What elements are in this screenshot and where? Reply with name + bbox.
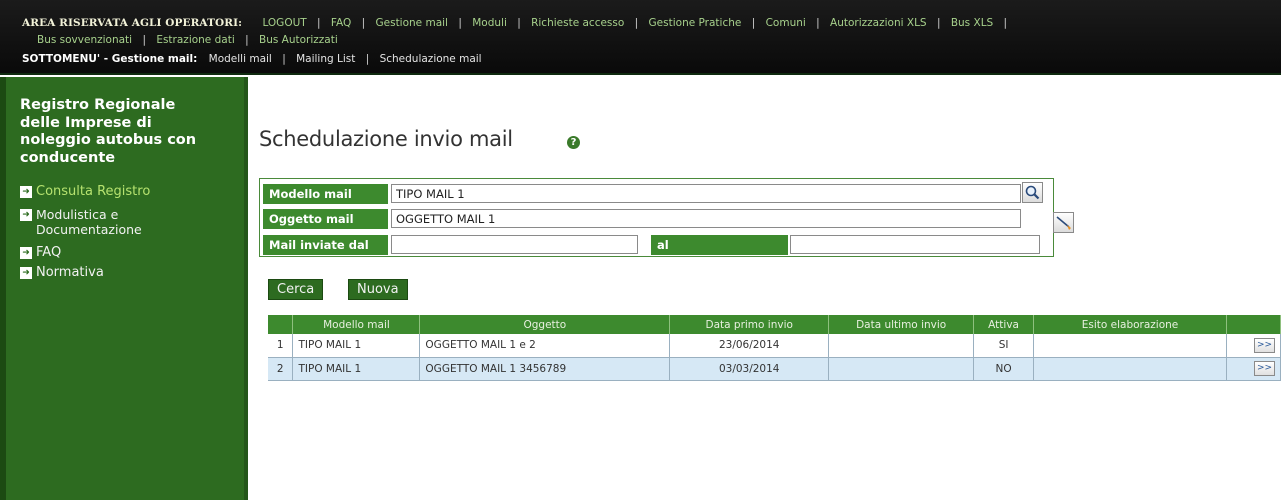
cell-index: 2 (268, 357, 294, 381)
menu-separator: | (142, 34, 146, 46)
menu-gestione-pratiche-link[interactable]: Gestione Pratiche (649, 17, 742, 29)
date-from-input[interactable] (391, 235, 638, 254)
menu-comuni-link[interactable]: Comuni (766, 17, 806, 29)
menu-separator: | (365, 53, 370, 65)
arrow-right-icon: ➜ (20, 267, 32, 279)
menu-separator: | (361, 17, 366, 29)
mail-inviate-dal-label: Mail inviate dal (263, 235, 388, 255)
cell-data-ultimo (828, 334, 975, 358)
sidebar-item-label: Modulistica e Documentazione (36, 207, 142, 237)
question-circle-icon[interactable]: ? (567, 136, 580, 149)
open-detail-button[interactable]: >> (1254, 337, 1275, 353)
menu-separator: | (458, 17, 462, 29)
menu-logout-link[interactable]: LOGOUT (262, 17, 306, 29)
menu-separator: | (1003, 17, 1008, 29)
sidebar-item-label: FAQ (36, 245, 62, 260)
menu-separator: | (634, 17, 639, 29)
cell-attiva: NO (973, 357, 1035, 381)
search-button[interactable]: Cerca (268, 279, 324, 300)
modello-mail-input[interactable] (391, 184, 1021, 203)
new-button[interactable]: Nuova (348, 279, 408, 300)
cell-action: >> (1226, 334, 1281, 358)
menu-moduli-link[interactable]: Moduli (472, 17, 507, 29)
sidebar: Registro Regionale delle Imprese di nole… (0, 77, 248, 500)
menu-bus-autorizzati-link[interactable]: Bus Autorizzati (259, 34, 338, 46)
sidebar-item-label: Consulta Registro (36, 184, 151, 199)
al-label: al (651, 235, 788, 255)
menu-separator: | (936, 17, 941, 29)
menu-gestione-mail-link[interactable]: Gestione mail (376, 17, 448, 29)
menu-separator: | (816, 17, 820, 29)
arrow-right-icon: ➜ (20, 186, 32, 198)
col-header-attiva[interactable]: Attiva (973, 315, 1035, 334)
cell-index: 1 (268, 334, 294, 358)
table-row[interactable]: 1 TIPO MAIL 1 OGGETTO MAIL 1 e 2 23/06/2… (268, 334, 1281, 358)
sidebar-item-normativa[interactable]: ➜ Normativa (20, 265, 104, 280)
menu-separator: | (317, 17, 321, 29)
arrow-right-icon: ➜ (20, 247, 32, 259)
menu-bus-xls-link[interactable]: Bus XLS (951, 17, 993, 29)
menu-bus-sovvenzionati-link[interactable]: Bus sovvenzionati (37, 34, 132, 46)
menu-separator: | (245, 34, 249, 46)
top-navigation-bar: AREA RISERVATA AGLI OPERATORI: LOGOUT | … (0, 0, 1281, 75)
col-header-index (268, 315, 294, 334)
page-title: Schedulazione invio mail (259, 127, 513, 151)
operators-area-title: AREA RISERVATA AGLI OPERATORI: (22, 17, 243, 29)
cell-esito (1033, 357, 1227, 381)
menu-estrazione-dati-link[interactable]: Estrazione dati (156, 34, 234, 46)
submenu-title: SOTTOMENU' - Gestione mail: (22, 53, 198, 65)
sidebar-item-faq[interactable]: ➜ FAQ (20, 245, 61, 260)
menu-autorizzazioni-xls-link[interactable]: Autorizzazioni XLS (830, 17, 927, 29)
oggetto-mail-label: Oggetto mail (263, 209, 388, 229)
menu-separator: | (517, 17, 521, 29)
search-filter-panel: Modello mail Oggetto mail Mail inviate d… (259, 178, 1074, 257)
cell-modello: TIPO MAIL 1 (292, 334, 421, 358)
sidebar-item-label: Normativa (36, 265, 104, 280)
main-menu-row-2: Bus sovvenzionati | Estrazione dati | Bu… (37, 34, 338, 46)
open-detail-button[interactable]: >> (1254, 361, 1275, 376)
table-row[interactable]: 2 TIPO MAIL 1 OGGETTO MAIL 1 3456789 03/… (268, 357, 1281, 381)
cell-action: >> (1226, 357, 1281, 381)
col-header-oggetto[interactable]: Oggetto (419, 315, 671, 334)
cell-attiva: SI (973, 334, 1035, 358)
clear-fields-button[interactable] (1053, 212, 1074, 233)
cell-data-ultimo (828, 357, 975, 381)
submenu-schedulazione-mail-link[interactable]: Schedulazione mail (380, 53, 482, 65)
submenu-mailing-list-link[interactable]: Mailing List (296, 53, 355, 65)
cell-oggetto: OGGETTO MAIL 1 3456789 (419, 357, 671, 381)
submenu-row: SOTTOMENU' - Gestione mail: Modelli mail… (22, 53, 482, 65)
menu-separator: | (751, 17, 756, 29)
sidebar-item-consulta-registro[interactable]: ➜ Consulta Registro (20, 184, 150, 199)
menu-richieste-accesso-link[interactable]: Richieste accesso (531, 17, 624, 29)
col-header-modello[interactable]: Modello mail (292, 315, 421, 334)
col-header-action (1226, 315, 1281, 334)
cell-oggetto: OGGETTO MAIL 1 e 2 (419, 334, 671, 358)
results-table: Modello mail Oggetto Data primo invio Da… (268, 315, 1281, 381)
sidebar-title: Registro Regionale delle Imprese di nole… (20, 97, 197, 166)
date-to-input[interactable] (790, 235, 1040, 254)
cell-data-primo: 03/03/2014 (669, 357, 830, 381)
col-header-data-ultimo[interactable]: Data ultimo invio (828, 315, 975, 334)
main-menu-row-1: AREA RISERVATA AGLI OPERATORI: LOGOUT | … (22, 17, 1014, 29)
search-model-button[interactable] (1022, 182, 1043, 203)
cell-modello: TIPO MAIL 1 (292, 357, 421, 381)
cell-data-primo: 23/06/2014 (669, 334, 830, 358)
cell-esito (1033, 334, 1227, 358)
menu-faq-link[interactable]: FAQ (331, 17, 351, 29)
col-header-esito[interactable]: Esito elaborazione (1033, 315, 1227, 334)
modello-mail-label: Modello mail (263, 184, 388, 204)
sidebar-item-modulistica[interactable]: ➜ Modulistica e Documentazione (20, 207, 190, 237)
table-header-row: Modello mail Oggetto Data primo invio Da… (268, 315, 1281, 334)
arrow-right-icon: ➜ (20, 209, 32, 221)
menu-separator: | (282, 53, 286, 65)
oggetto-mail-input[interactable] (391, 209, 1021, 228)
magnifier-icon (1025, 185, 1040, 200)
submenu-modelli-mail-link[interactable]: Modelli mail (209, 53, 272, 65)
col-header-data-primo[interactable]: Data primo invio (669, 315, 830, 334)
eraser-brush-icon (1056, 216, 1071, 230)
